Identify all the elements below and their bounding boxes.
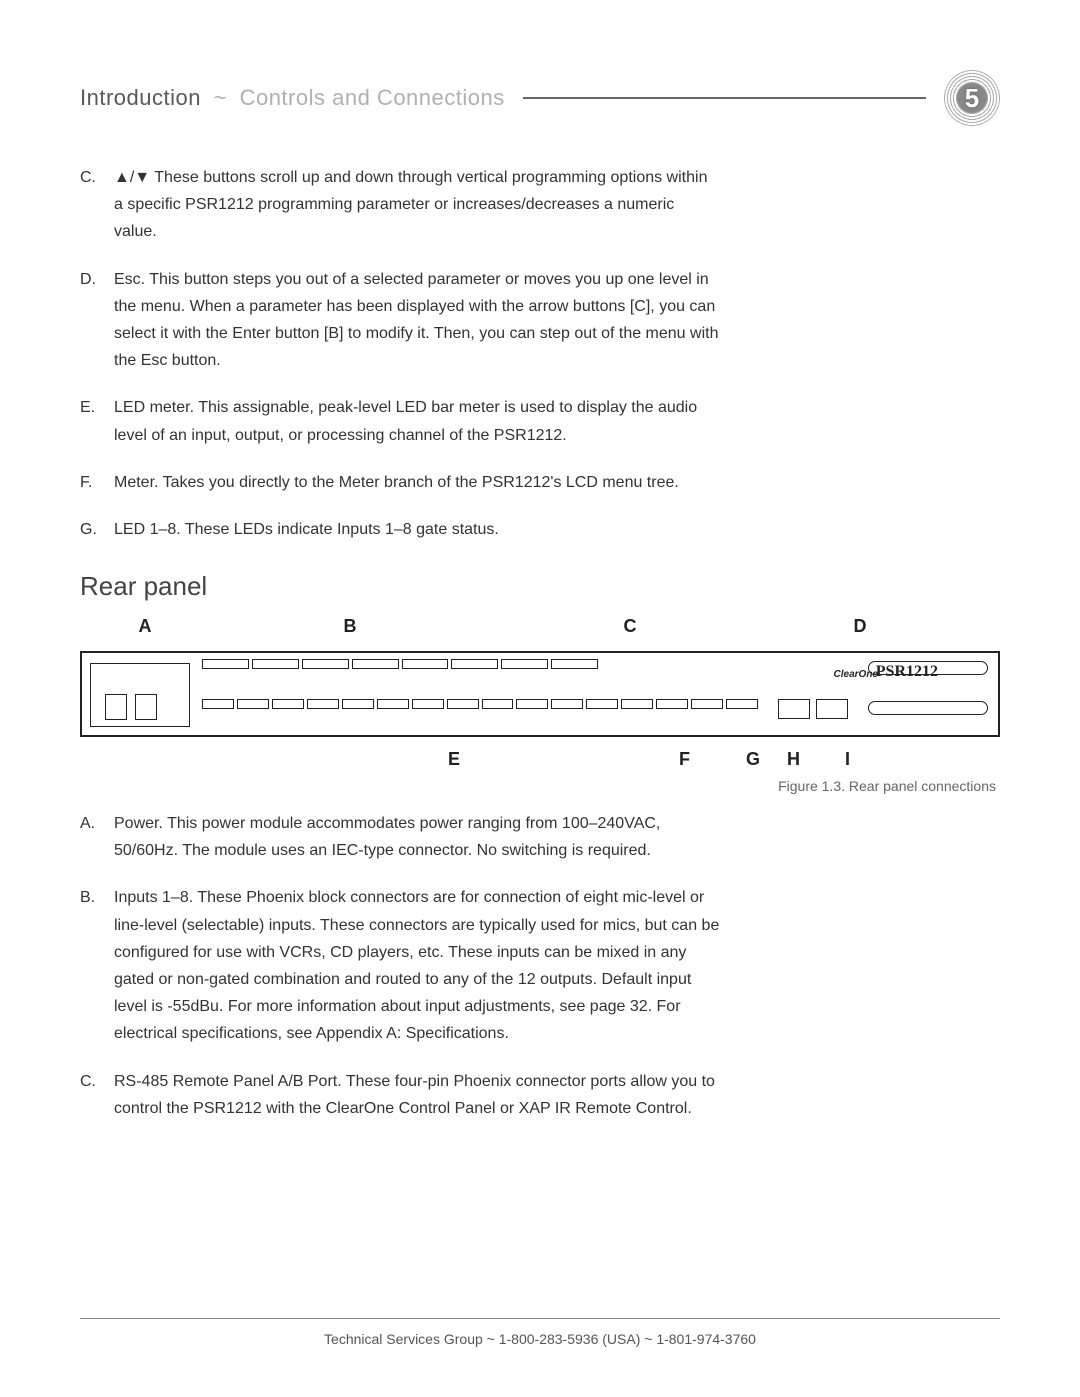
item-letter: A. [80,810,114,864]
figure-caption: Figure 1.3. Rear panel connections [80,778,996,794]
db-connector-b-icon [868,701,988,715]
list-item: C. RS-485 Remote Panel A/B Port. These f… [80,1068,1000,1122]
connector-row-top [202,659,598,669]
callout-D: D [760,616,990,637]
callout-I: I [800,749,850,770]
port-icon [516,699,548,709]
item-text: LED 1–8. These LEDs indicate Inputs 1–8 … [114,516,1000,543]
item-text: Esc. This button steps you out of a sele… [114,266,1000,375]
footer-text: Technical Services Group ~ 1-800-283-593… [324,1331,756,1347]
page-footer: Technical Services Group ~ 1-800-283-593… [80,1318,1000,1347]
db-connector-a-icon [868,661,988,675]
page-header: Introduction ~ Controls and Connections … [80,70,1000,126]
list-item: D. Esc. This button steps you out of a s… [80,266,1000,375]
item-letter: E. [80,394,114,448]
rear-panel-illustration: ClearOne PSR1212 [80,651,1000,737]
list-item: E. LED meter. This assignable, peak-leve… [80,394,1000,448]
port-icon [726,699,758,709]
port-icon [307,699,339,709]
callout-B: B [200,616,500,637]
rear-panel-list: A. Power. This power module accommodates… [80,810,1000,1122]
diagram-top-labels: A B C D [80,616,1000,637]
diagram-bottom-labels: E F G H I [80,737,1000,770]
port-icon [272,699,304,709]
item-letter: B. [80,884,114,1047]
breadcrumb-subsection: Controls and Connections [240,85,505,110]
list-item: F. Meter. Takes you directly to the Mete… [80,469,1000,496]
item-letter: F. [80,469,114,496]
port-icon [586,699,618,709]
breadcrumb: Introduction ~ Controls and Connections [80,85,505,111]
callout-E: E [80,749,460,770]
list-item: B. Inputs 1–8. These Phoenix block conne… [80,884,1000,1047]
port-icon [551,699,583,709]
item-text: Meter. Takes you directly to the Meter b… [114,469,1000,496]
page-number: 5 [965,83,979,114]
port-icon [252,659,299,669]
port-icon [302,659,349,669]
port-icon [501,659,548,669]
breadcrumb-section: Introduction [80,85,201,110]
callout-A: A [90,616,200,637]
power-module-icon [90,663,190,727]
callout-G: G [690,749,760,770]
item-text: ▲/▼ These buttons scroll up and down thr… [114,164,1000,246]
port-icon [656,699,688,709]
port-icon [342,699,374,709]
port-icon [237,699,269,709]
item-text: LED meter. This assignable, peak-level L… [114,394,1000,448]
port-icon [691,699,723,709]
port-icon [447,699,479,709]
page-number-badge: 5 [944,70,1000,126]
item-letter: C. [80,1068,114,1122]
callout-H: H [760,749,800,770]
rear-panel-diagram: A B C D ClearOne PSR1212 E F G H I [80,616,1000,770]
port-icon [482,699,514,709]
port-icon [621,699,653,709]
rear-panel-heading: Rear panel [80,571,1000,602]
port-icon [451,659,498,669]
item-letter: C. [80,164,114,246]
item-text: Power. This power module accommodates po… [114,810,1000,864]
list-item: A. Power. This power module accommodates… [80,810,1000,864]
expansion-bus-icon [778,699,848,719]
connector-row-bottom [202,699,758,709]
port-icon [412,699,444,709]
port-icon [202,699,234,709]
port-icon [202,659,249,669]
list-item: C. ▲/▼ These buttons scroll up and down … [80,164,1000,246]
list-item: G. LED 1–8. These LEDs indicate Inputs 1… [80,516,1000,543]
port-icon [352,659,399,669]
port-icon [402,659,449,669]
callout-C: C [500,616,760,637]
breadcrumb-separator: ~ [214,85,227,110]
diagram-leader-lines [80,637,1000,651]
item-text: Inputs 1–8. These Phoenix block connecto… [114,884,1000,1047]
header-rule [523,97,926,99]
callout-F: F [460,749,690,770]
item-letter: D. [80,266,114,375]
port-icon [377,699,409,709]
item-text: RS-485 Remote Panel A/B Port. These four… [114,1068,1000,1122]
controls-list: C. ▲/▼ These buttons scroll up and down … [80,164,1000,543]
port-icon [551,659,598,669]
item-letter: G. [80,516,114,543]
